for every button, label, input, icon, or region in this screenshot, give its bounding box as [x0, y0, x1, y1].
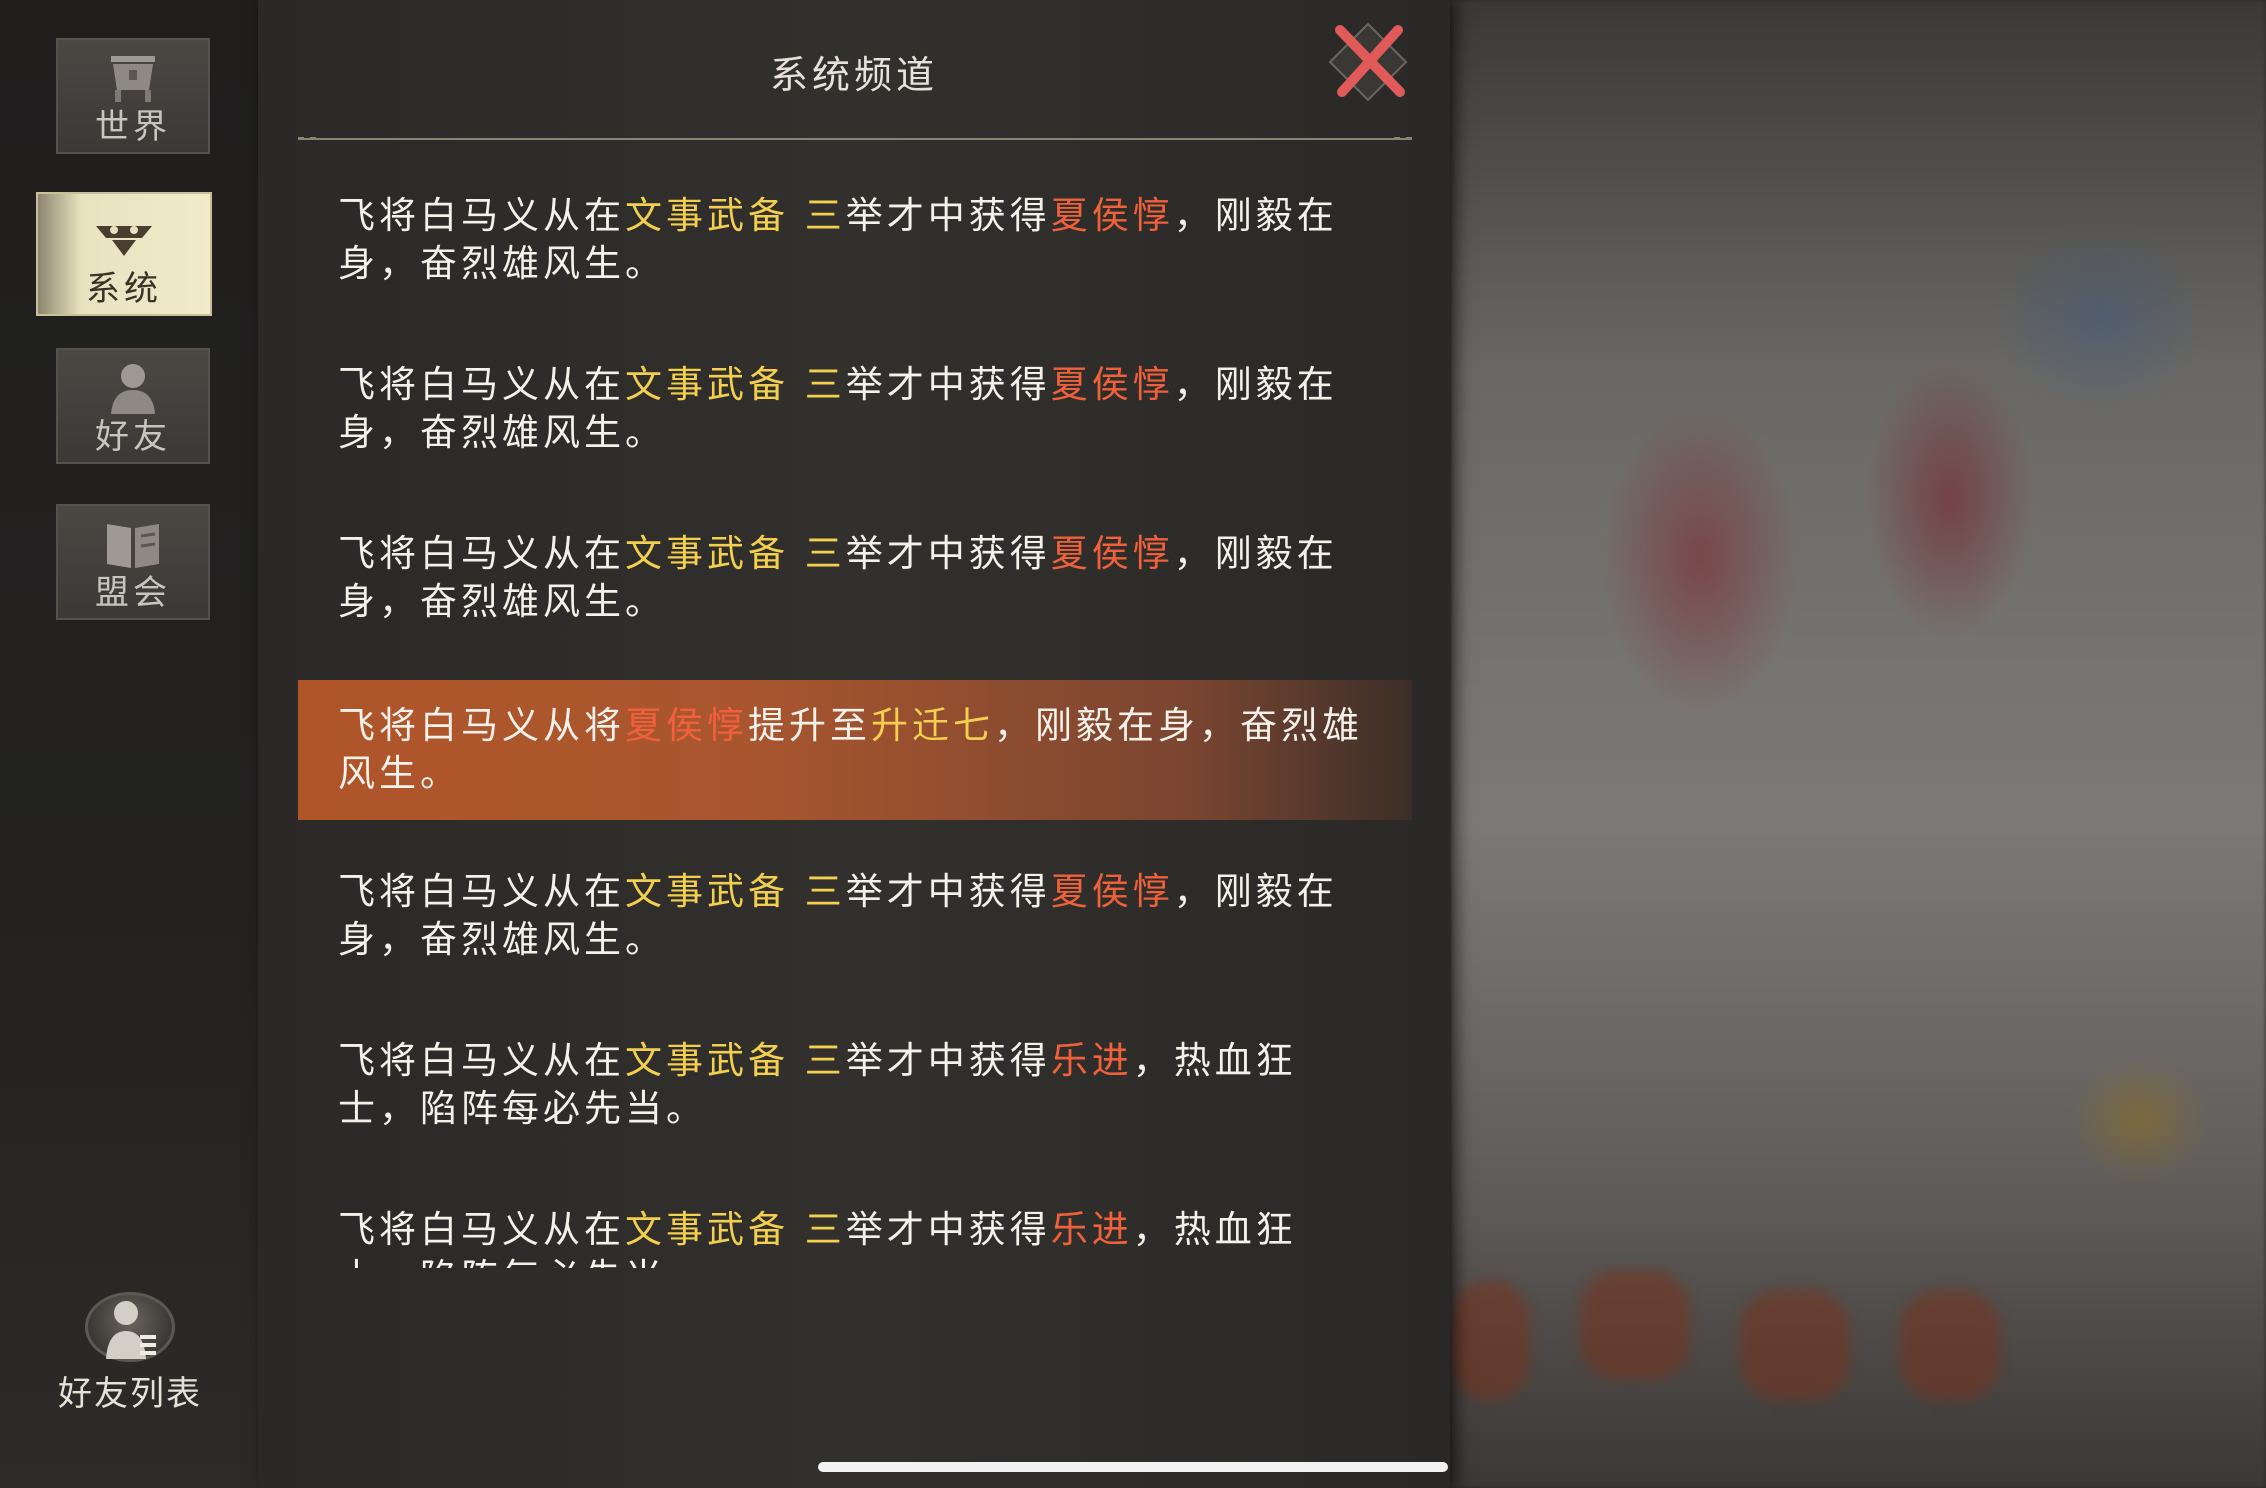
- tab-world[interactable]: 世界: [56, 38, 210, 154]
- message-text: 飞将白马义从在: [338, 870, 625, 913]
- chat-message: 飞将白马义从在文事武备 三举才中获得夏侯惇，刚毅在身，奋烈雄风生。: [298, 361, 1412, 457]
- hero-name[interactable]: 夏侯惇: [1051, 870, 1174, 913]
- chat-message: 飞将白马义从在文事武备 三举才中获得乐进，热血狂士，陷阵每必先当。: [298, 1037, 1412, 1133]
- friend-portrait-icon: [111, 364, 155, 414]
- book-icon: [107, 524, 159, 568]
- blurred-shape: [1900, 1290, 2000, 1400]
- event-name: 文事武备 三: [625, 363, 846, 406]
- hero-name[interactable]: 夏侯惇: [1051, 194, 1174, 237]
- tab-label: 好友: [95, 417, 171, 457]
- event-name: 文事武备 三: [625, 870, 846, 913]
- message-text: 飞将白马义从将: [338, 704, 625, 747]
- message-text: 举才中获得: [845, 1039, 1051, 1082]
- panel-title: 系统频道: [769, 53, 938, 97]
- blurred-shape: [1740, 1290, 1850, 1400]
- friend-list-button[interactable]: 好友列表: [30, 1292, 230, 1414]
- friend-list-label: 好友列表: [58, 1374, 202, 1414]
- system-emblem-icon: [96, 226, 152, 256]
- hero-name[interactable]: 夏侯惇: [625, 704, 748, 747]
- chat-message: 飞将白马义从在文事武备 三举才中获得乐进，热血狂士，陷阵每必先当。: [298, 1206, 1412, 1268]
- message-text: 举才中获得: [845, 1208, 1051, 1251]
- channel-sidebar: 世界 系统 好友 盟会 好友列表: [0, 0, 258, 1488]
- home-indicator[interactable]: [818, 1462, 1448, 1472]
- friend-list-glyph: [106, 1301, 156, 1359]
- event-name: 文事武备 三: [625, 1039, 846, 1082]
- blurred-shape: [1580, 1270, 1690, 1380]
- message-text: 举才中获得: [845, 532, 1051, 575]
- blurred-game-background: [1450, 0, 2266, 1488]
- message-text: 举才中获得: [845, 363, 1051, 406]
- friend-list-icon: [85, 1292, 175, 1362]
- message-text: 飞将白马义从在: [338, 363, 625, 406]
- hero-name[interactable]: 夏侯惇: [1051, 363, 1174, 406]
- chat-message: 飞将白马义从在文事武备 三举才中获得夏侯惇，刚毅在身，奋烈雄风生。: [298, 868, 1412, 964]
- event-name: 文事武备 三: [625, 194, 846, 237]
- message-text: 提升至: [748, 704, 871, 747]
- message-text: 飞将白马义从在: [338, 532, 625, 575]
- message-text: 飞将白马义从在: [338, 1039, 625, 1082]
- title-divider: [298, 137, 1412, 144]
- tab-system[interactable]: 系统: [36, 192, 212, 316]
- hero-name[interactable]: 乐进: [1051, 1039, 1133, 1082]
- message-text: 飞将白马义从在: [338, 1208, 625, 1251]
- close-button[interactable]: [1320, 18, 1416, 108]
- tab-friends[interactable]: 好友: [56, 348, 210, 464]
- rank-name: 升迁七: [871, 704, 994, 747]
- close-icon: [1328, 22, 1408, 102]
- event-name: 文事武备 三: [625, 1208, 846, 1251]
- tab-label: 盟会: [95, 573, 171, 613]
- chat-message: 飞将白马义从在文事武备 三举才中获得夏侯惇，刚毅在身，奋烈雄风生。: [298, 192, 1412, 288]
- tab-alliance[interactable]: 盟会: [56, 504, 210, 620]
- message-text: 举才中获得: [845, 194, 1051, 237]
- chat-message: 飞将白马义从在文事武备 三举才中获得夏侯惇，刚毅在身，奋烈雄风生。: [298, 530, 1412, 626]
- hero-name[interactable]: 夏侯惇: [1051, 532, 1174, 575]
- cauldron-icon: [111, 56, 155, 102]
- chat-message-highlighted: 飞将白马义从将夏侯惇提升至升迁七，刚毅在身，奋烈雄风生。: [298, 680, 1412, 820]
- message-text: 飞将白马义从在: [338, 194, 625, 237]
- system-channel-panel: 系统频道 飞将白马义从在文事武备 三举才中获得夏侯惇，刚毅在身，奋烈雄风生。 飞…: [258, 0, 1450, 1488]
- hero-name[interactable]: 乐进: [1051, 1208, 1133, 1251]
- blurred-shape: [1450, 1280, 1530, 1400]
- event-name: 文事武备 三: [625, 532, 846, 575]
- message-text: 举才中获得: [845, 870, 1051, 913]
- tab-label: 世界: [95, 107, 171, 147]
- tab-label: 系统: [86, 269, 162, 309]
